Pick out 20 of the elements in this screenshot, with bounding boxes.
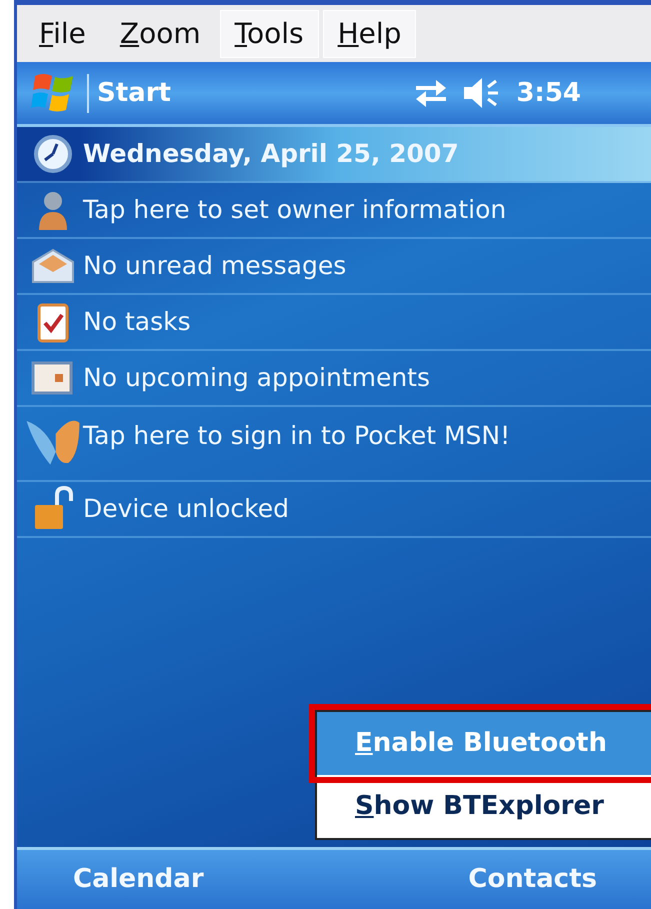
today-item[interactable]: No tasks xyxy=(17,295,651,351)
menu-item[interactable]: Help xyxy=(324,10,416,56)
today-item[interactable]: No unread messages xyxy=(17,239,651,295)
today-item[interactable]: Tap here to sign in to Pocket MSN! xyxy=(17,407,651,482)
menu-item[interactable]: Zoom xyxy=(106,10,215,56)
clock-time[interactable]: 3:54 xyxy=(516,74,581,112)
today-item[interactable]: Tap here to set owner information xyxy=(17,183,651,239)
clock-icon xyxy=(33,134,73,174)
today-item[interactable]: Wednesday, April 25, 2007 xyxy=(17,127,651,183)
envelope-icon xyxy=(31,248,75,284)
calendar-icon xyxy=(31,360,75,396)
popup-menu-item[interactable]: Enable Bluetooth xyxy=(317,712,651,775)
softkey[interactable]: Calendar xyxy=(67,859,210,900)
today-item[interactable]: Device unlocked xyxy=(17,482,651,538)
menu-item[interactable]: File xyxy=(25,10,100,56)
softkey[interactable]: Contacts xyxy=(462,859,603,900)
clipboard-check-icon xyxy=(37,301,69,343)
menu-item[interactable]: Tools xyxy=(220,10,318,56)
start-button[interactable]: Start xyxy=(87,74,179,112)
today-item[interactable]: No upcoming appointments xyxy=(17,351,651,407)
